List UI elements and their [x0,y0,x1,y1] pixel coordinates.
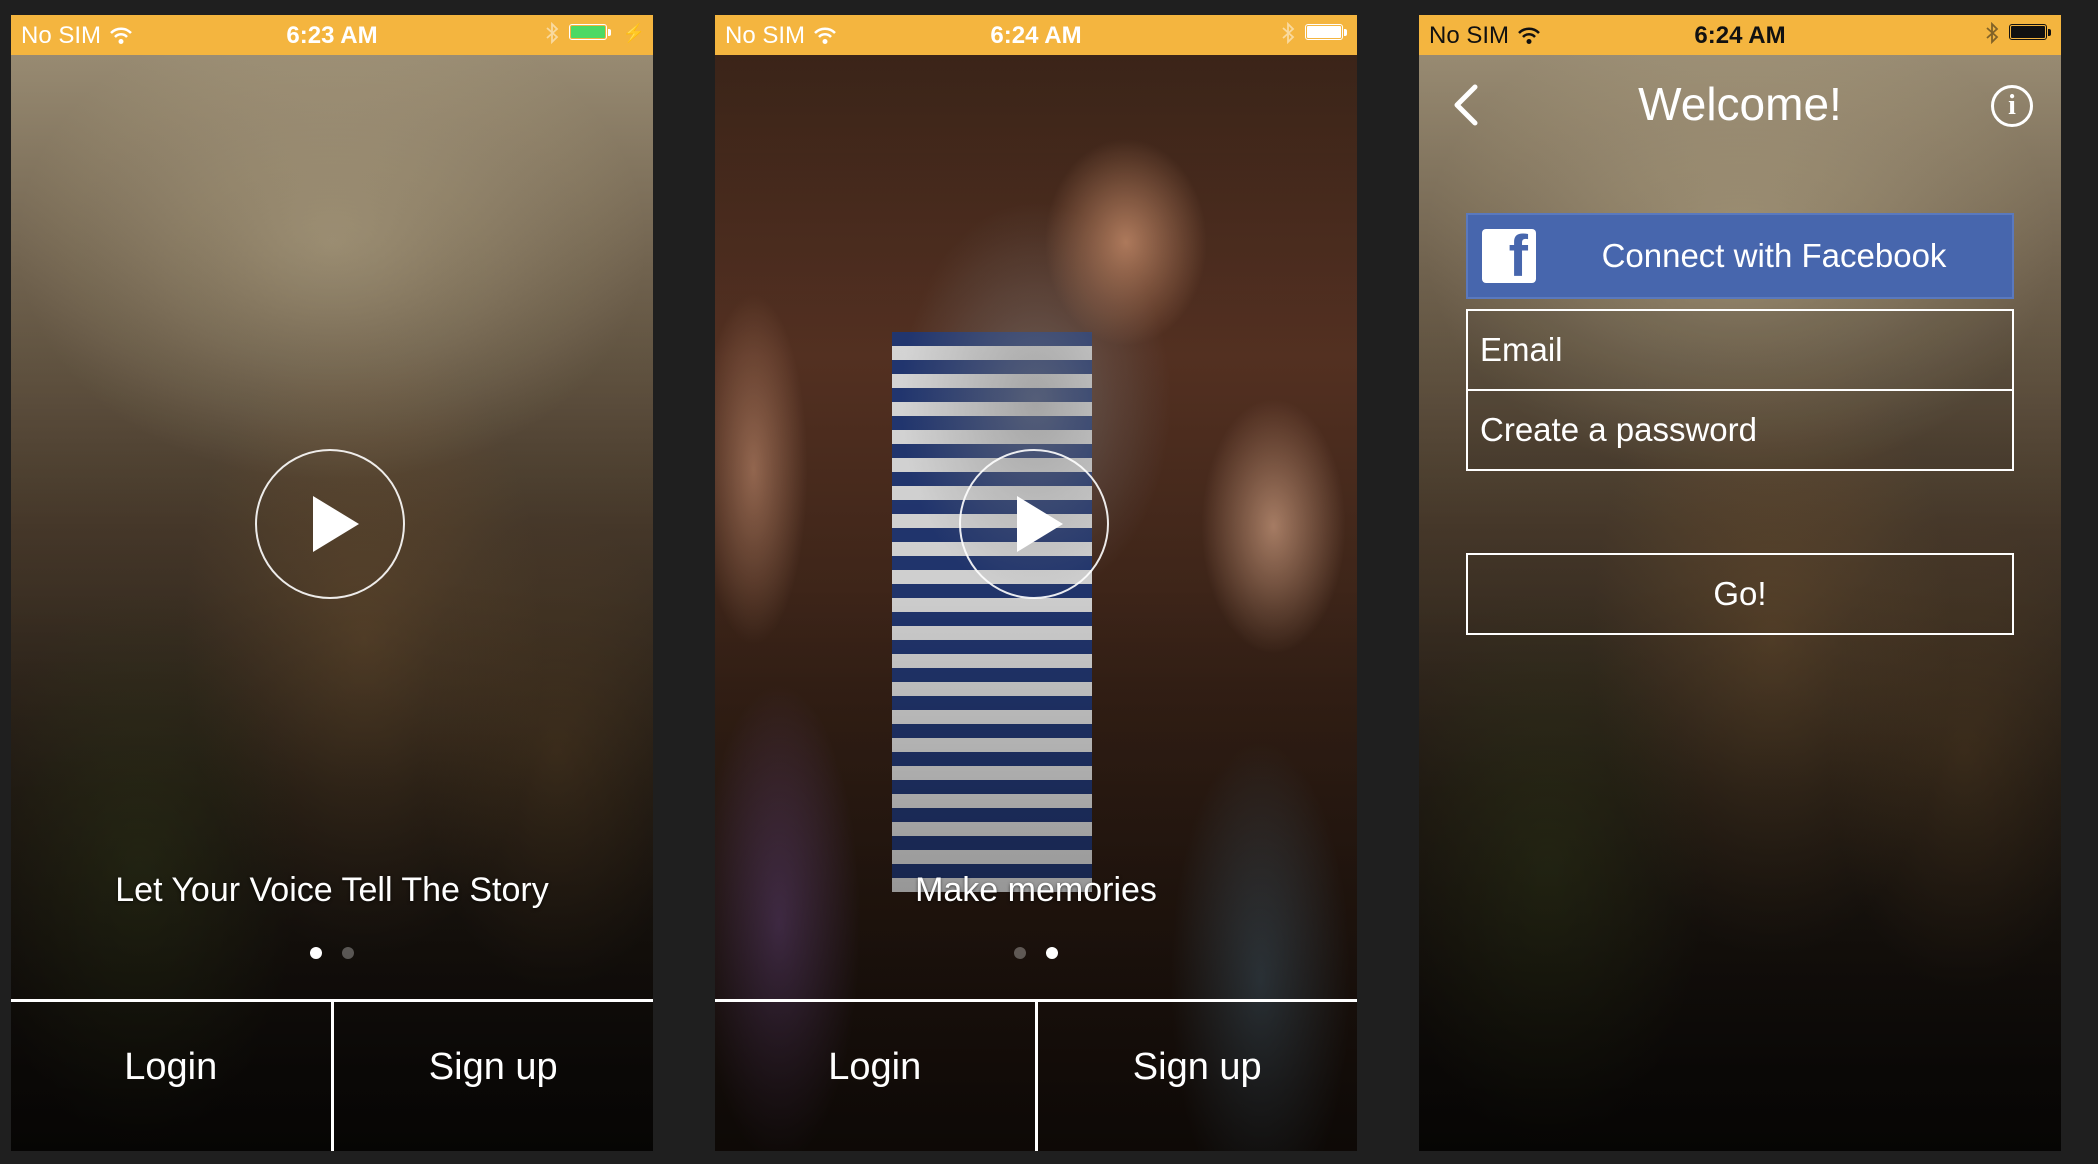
login-button[interactable]: Login [11,1002,331,1151]
signup-button[interactable]: Sign up [330,1002,654,1151]
play-icon [1017,496,1063,552]
info-icon[interactable]: i [1991,85,2033,127]
page-title: Welcome! [1638,78,1842,130]
auth-buttons-bar: Login Sign up [715,999,1357,1151]
email-field-container [1466,309,2014,391]
page-dot-2[interactable] [1046,947,1058,959]
page-dot-1[interactable] [1014,947,1026,959]
status-bar: No SIM 6:24 AM [1419,15,2061,55]
email-field[interactable] [1468,311,2012,389]
onboarding-caption: Make memories [915,871,1157,909]
signup-button[interactable]: Sign up [1034,1002,1358,1151]
password-field[interactable] [1468,391,2012,469]
navigation-bar: Welcome! i [1419,55,2061,155]
auth-buttons-bar: Login Sign up [11,999,653,1151]
battery-icon [2009,24,2053,42]
status-time: 6:24 AM [990,22,1082,49]
welcome-signup-screen: No SIM 6:24 AM Welcome! i f Connect with… [1419,15,2061,1151]
status-bar: No SIM 6:24 AM [715,15,1357,55]
onboarding-screen-2: No SIM 6:24 AM Make memories Login Sign … [715,15,1357,1151]
connect-facebook-label: Connect with Facebook [1601,237,1947,274]
play-video-button[interactable] [255,449,405,599]
page-indicator[interactable] [715,947,1357,959]
play-icon [313,496,359,552]
bluetooth-icon [545,22,558,44]
battery-icon [1305,24,1349,42]
status-bar: No SIM 6:23 AM ⚡ [11,15,653,55]
bluetooth-icon [1282,22,1295,44]
onboarding-screen-1: No SIM 6:23 AM ⚡ Let Your Voice Tell The… [11,15,653,1151]
charging-icon: ⚡ [622,23,645,43]
password-field-container [1466,389,2014,471]
bluetooth-icon [1986,22,1999,44]
login-button[interactable]: Login [715,1002,1035,1151]
go-button[interactable]: Go! [1466,553,2014,635]
play-video-button[interactable] [959,449,1109,599]
battery-icon [568,24,613,42]
page-indicator[interactable] [11,947,653,959]
status-time: 6:24 AM [1694,22,1786,49]
facebook-logo-icon: f [1482,229,1536,283]
page-dot-2[interactable] [342,947,354,959]
page-dot-1[interactable] [310,947,322,959]
connect-facebook-button[interactable]: f Connect with Facebook [1466,213,2014,299]
onboarding-caption: Let Your Voice Tell The Story [115,871,549,909]
